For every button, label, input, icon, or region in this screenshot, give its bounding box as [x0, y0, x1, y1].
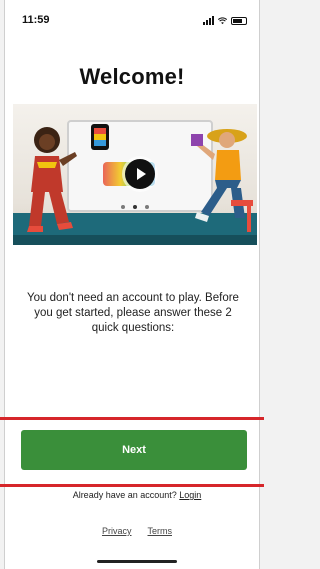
pager-dot[interactable] — [121, 205, 125, 209]
hero-character-left — [27, 127, 77, 232]
battery-icon — [231, 17, 247, 25]
carousel-pager — [13, 205, 257, 209]
next-button[interactable]: Next — [21, 430, 247, 470]
hero-character-right — [191, 129, 253, 232]
pager-dot[interactable] — [145, 205, 149, 209]
login-prompt-text: Already have an account? — [72, 490, 177, 500]
privacy-link[interactable]: Privacy — [102, 526, 132, 536]
footer-links: Privacy Terms — [5, 526, 259, 536]
intro-description: You don't need an account to play. Befor… — [27, 292, 239, 334]
highlight-top-line — [0, 417, 264, 420]
status-bar: 11:59 — [5, 14, 259, 30]
login-link[interactable]: Login — [179, 490, 201, 500]
home-indicator — [97, 560, 177, 563]
hero-tablet — [91, 124, 109, 150]
page-title: Welcome! — [79, 64, 185, 89]
pager-dot-active[interactable] — [133, 205, 137, 209]
play-video-button[interactable] — [125, 159, 155, 189]
status-time: 11:59 — [22, 14, 50, 26]
highlight-bottom-line — [0, 484, 264, 487]
wifi-icon — [218, 17, 227, 25]
hero-floor-shadow — [13, 235, 257, 245]
status-icons — [203, 16, 247, 25]
terms-link[interactable]: Terms — [148, 526, 173, 536]
login-prompt-row: Already have an account? Login — [5, 490, 259, 500]
hero-illustration — [13, 104, 257, 245]
cellular-signal-icon — [203, 16, 214, 25]
